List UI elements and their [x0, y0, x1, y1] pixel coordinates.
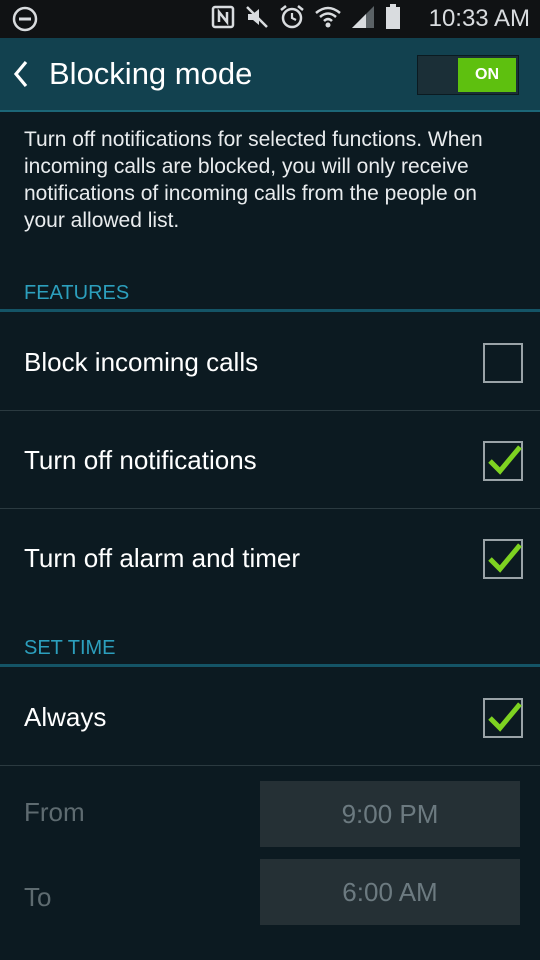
row-divider: [0, 410, 540, 411]
blocking-mode-toggle[interactable]: ON: [417, 55, 519, 95]
battery-icon: [384, 3, 402, 36]
checkmark-icon: [488, 445, 522, 475]
alarm-icon: [278, 3, 306, 36]
back-button[interactable]: [8, 56, 38, 92]
block-incoming-calls-label: Block incoming calls: [24, 347, 259, 377]
mute-icon: [244, 4, 270, 35]
from-label: From: [24, 797, 85, 827]
toggle-on-label: ON: [458, 58, 516, 92]
wifi-icon: [314, 4, 342, 35]
always-row[interactable]: Always: [0, 669, 540, 766]
status-time: 10:33 AM: [428, 5, 530, 32]
features-header-label: FEATURES: [24, 282, 130, 304]
to-time-field[interactable]: 6:00 AM: [260, 859, 520, 925]
back-arrow-icon: [13, 60, 28, 88]
row-divider: [0, 508, 540, 509]
do-not-disturb-icon: [12, 6, 38, 32]
checkmark-icon: [488, 543, 522, 573]
signal-icon: [350, 4, 376, 35]
set-time-header-label: SET TIME: [24, 637, 116, 659]
description-text: Turn off notifications for selected func…: [24, 128, 483, 232]
section-divider: [0, 664, 540, 667]
set-time-section-header: SET TIME: [0, 634, 540, 667]
page-title: Blocking mode: [49, 56, 253, 91]
features-section-header: FEATURES: [0, 279, 540, 312]
block-incoming-calls-checkbox[interactable]: [483, 343, 523, 383]
turn-off-notifications-checkbox[interactable]: [483, 441, 523, 481]
checkmark-icon: [488, 702, 522, 732]
nfc-icon: [210, 4, 236, 35]
turn-off-notifications-label: Turn off notifications: [24, 445, 257, 475]
status-bar: 10:33 AM: [0, 0, 540, 38]
turn-off-alarm-timer-label: Turn off alarm and timer: [24, 543, 300, 573]
block-incoming-calls-row[interactable]: Block incoming calls: [0, 314, 540, 411]
always-checkbox[interactable]: [483, 698, 523, 738]
turn-off-notifications-row[interactable]: Turn off notifications: [0, 412, 540, 509]
turn-off-alarm-timer-checkbox[interactable]: [483, 539, 523, 579]
turn-off-alarm-timer-row[interactable]: Turn off alarm and timer: [0, 510, 540, 607]
status-icons: [210, 3, 402, 36]
section-divider: [0, 309, 540, 312]
to-label: To: [24, 882, 52, 912]
always-label: Always: [24, 702, 107, 732]
from-time-field[interactable]: 9:00 PM: [260, 781, 520, 847]
row-divider: [0, 765, 540, 766]
